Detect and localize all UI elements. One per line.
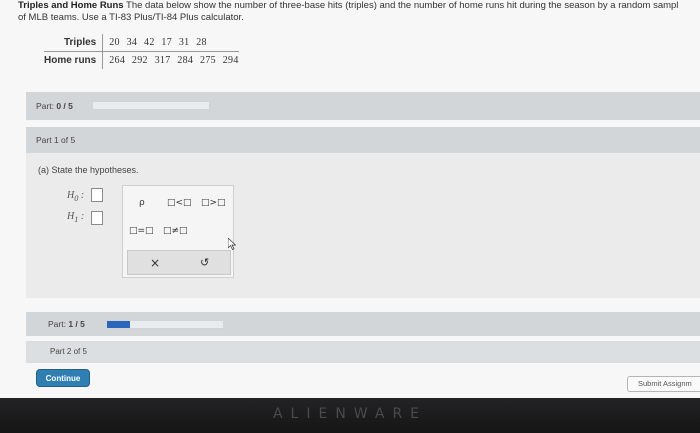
h0-input[interactable]	[91, 188, 103, 202]
not-equals-button[interactable]: □≠□	[163, 226, 188, 236]
h1-colon: :	[80, 211, 85, 222]
progress-track-bottom	[106, 320, 224, 329]
row-label-home-runs: Home runs	[44, 55, 97, 66]
h0-colon: :	[80, 190, 85, 201]
h1-sub: 1	[74, 215, 79, 224]
table-row-home-runs: Home runs 264 292 317 284 275 294	[44, 51, 239, 69]
undo-icon[interactable]: ↺	[200, 256, 209, 269]
part-progress-value-bottom: 1 / 5	[68, 319, 85, 329]
part-progress-bar-bottom: Part: 1 / 5	[26, 312, 700, 336]
part-progress-label-bottom: Part: 1 / 5	[48, 319, 85, 329]
greater-than-button[interactable]: □>□	[201, 198, 226, 208]
mouse-cursor-icon	[228, 238, 236, 250]
h1-input[interactable]	[91, 211, 103, 225]
h0-label: H0 :	[67, 190, 84, 203]
rho-button[interactable]: ρ	[139, 198, 145, 208]
row-values-home-runs: 264 292 317 284 275 294	[102, 51, 239, 69]
part-progress-value: 0 / 5	[56, 101, 73, 111]
part1-header: Part 1 of 5	[26, 127, 700, 153]
row-values-triples: 20 34 42 17 31 28	[102, 34, 239, 52]
row-label-triples: Triples	[44, 34, 103, 52]
table-row-triples: Triples 20 34 42 17 31 28	[44, 34, 239, 52]
monitor-bezel: ALIENWARE	[0, 398, 700, 433]
assignment-page: Triples and Home Runs The data below sho…	[0, 0, 700, 398]
h0-sub: 0	[74, 194, 79, 203]
clear-icon[interactable]: ×	[150, 256, 160, 270]
less-than-button[interactable]: □<□	[167, 198, 192, 208]
question-text: Triples and Home Runs The data below sho…	[18, 0, 700, 24]
question-title: Triples and Home Runs	[18, 0, 124, 11]
part2-header: Part 2 of 5	[26, 341, 700, 363]
data-table: Triples 20 34 42 17 31 28 Home runs 264 …	[44, 34, 239, 69]
symbol-palette: ρ □<□ □>□ □=□ □≠□ × ↺	[122, 185, 234, 278]
part1-title: Part 1 of 5	[36, 135, 76, 145]
progress-fill-bottom	[107, 321, 131, 328]
brand-logo: ALIENWARE	[272, 406, 428, 422]
h1-label: H1 :	[67, 211, 84, 224]
palette-actions: × ↺	[127, 250, 231, 275]
equals-button[interactable]: □=□	[129, 226, 154, 236]
progress-track-top	[92, 101, 210, 110]
part-progress-bar-top: Part: 0 / 5	[26, 92, 700, 120]
submit-assignment-button[interactable]: Submit Assignm	[627, 376, 700, 392]
part1-prompt: (a) State the hypotheses.	[38, 165, 139, 175]
part-label-text: Part:	[36, 101, 54, 111]
question-line1: The data below show the number of three-…	[126, 0, 679, 11]
part2-title: Part 2 of 5	[50, 347, 87, 356]
part-progress-label: Part: 0 / 5	[36, 101, 73, 111]
question-line2: of MLB teams. Use a TI-83 Plus/TI-84 Plu…	[18, 12, 244, 23]
continue-button[interactable]: Continue	[36, 369, 90, 387]
part-label-text-bottom: Part:	[48, 319, 66, 329]
